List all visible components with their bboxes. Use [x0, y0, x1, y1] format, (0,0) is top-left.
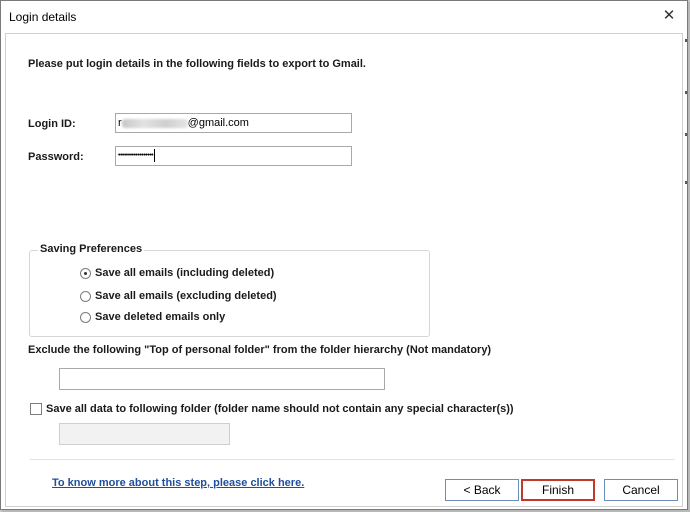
content-panel: Please put login details in the followin… [5, 33, 683, 507]
radio-label: Save all emails (including deleted) [95, 267, 275, 279]
window-edge-mark [685, 91, 687, 94]
exclude-folder-input[interactable] [59, 368, 385, 390]
login-id-input[interactable]: r @gmail.com [115, 113, 352, 133]
finish-button[interactable]: Finish [521, 479, 595, 501]
title-bar: Login details ✕ [1, 1, 687, 33]
radio-unselected-icon[interactable] [80, 290, 91, 302]
window-edge-mark [685, 39, 687, 42]
radio-save-all-excluding-deleted[interactable]: Save all emails (excluding deleted) [80, 290, 277, 302]
folder-name-input [59, 423, 230, 445]
close-icon[interactable]: ✕ [657, 5, 681, 27]
help-link[interactable]: To know more about this step, please cli… [52, 477, 304, 489]
save-to-folder-option[interactable]: Save all data to following folder (folde… [30, 403, 514, 415]
radio-label: Save deleted emails only [95, 311, 226, 323]
password-label: Password: [28, 151, 84, 163]
window-title: Login details [9, 10, 77, 24]
radio-label: Save all emails (excluding deleted) [95, 290, 277, 302]
save-to-folder-label: Save all data to following folder (folde… [46, 403, 514, 415]
password-input[interactable]: •••••••••••••••••• [115, 146, 352, 166]
password-mask: •••••••••••••••••• [118, 152, 154, 159]
window-edge-mark [685, 133, 687, 136]
redacted-username [121, 118, 188, 128]
saving-preferences-group: Saving Preferences Save all emails (incl… [29, 243, 430, 337]
login-details-dialog: Login details ✕ Please put login details… [0, 0, 688, 510]
text-caret [154, 148, 156, 162]
login-id-label: Login ID: [28, 118, 76, 130]
window-edge-mark [685, 181, 687, 184]
back-button[interactable]: < Back [445, 479, 519, 501]
radio-unselected-icon[interactable] [80, 311, 91, 323]
footer-divider [30, 459, 675, 460]
radio-save-deleted-only[interactable]: Save deleted emails only [80, 311, 225, 323]
saving-preferences-title: Saving Preferences [38, 243, 145, 255]
cancel-button[interactable]: Cancel [604, 479, 678, 501]
radio-selected-icon[interactable] [80, 267, 91, 279]
instruction-text: Please put login details in the followin… [28, 58, 366, 70]
checkbox-unchecked-icon[interactable] [30, 403, 42, 415]
radio-save-all-including-deleted[interactable]: Save all emails (including deleted) [80, 267, 274, 279]
login-id-domain: @gmail.com [187, 117, 249, 129]
exclude-folder-label: Exclude the following "Top of personal f… [28, 344, 492, 356]
